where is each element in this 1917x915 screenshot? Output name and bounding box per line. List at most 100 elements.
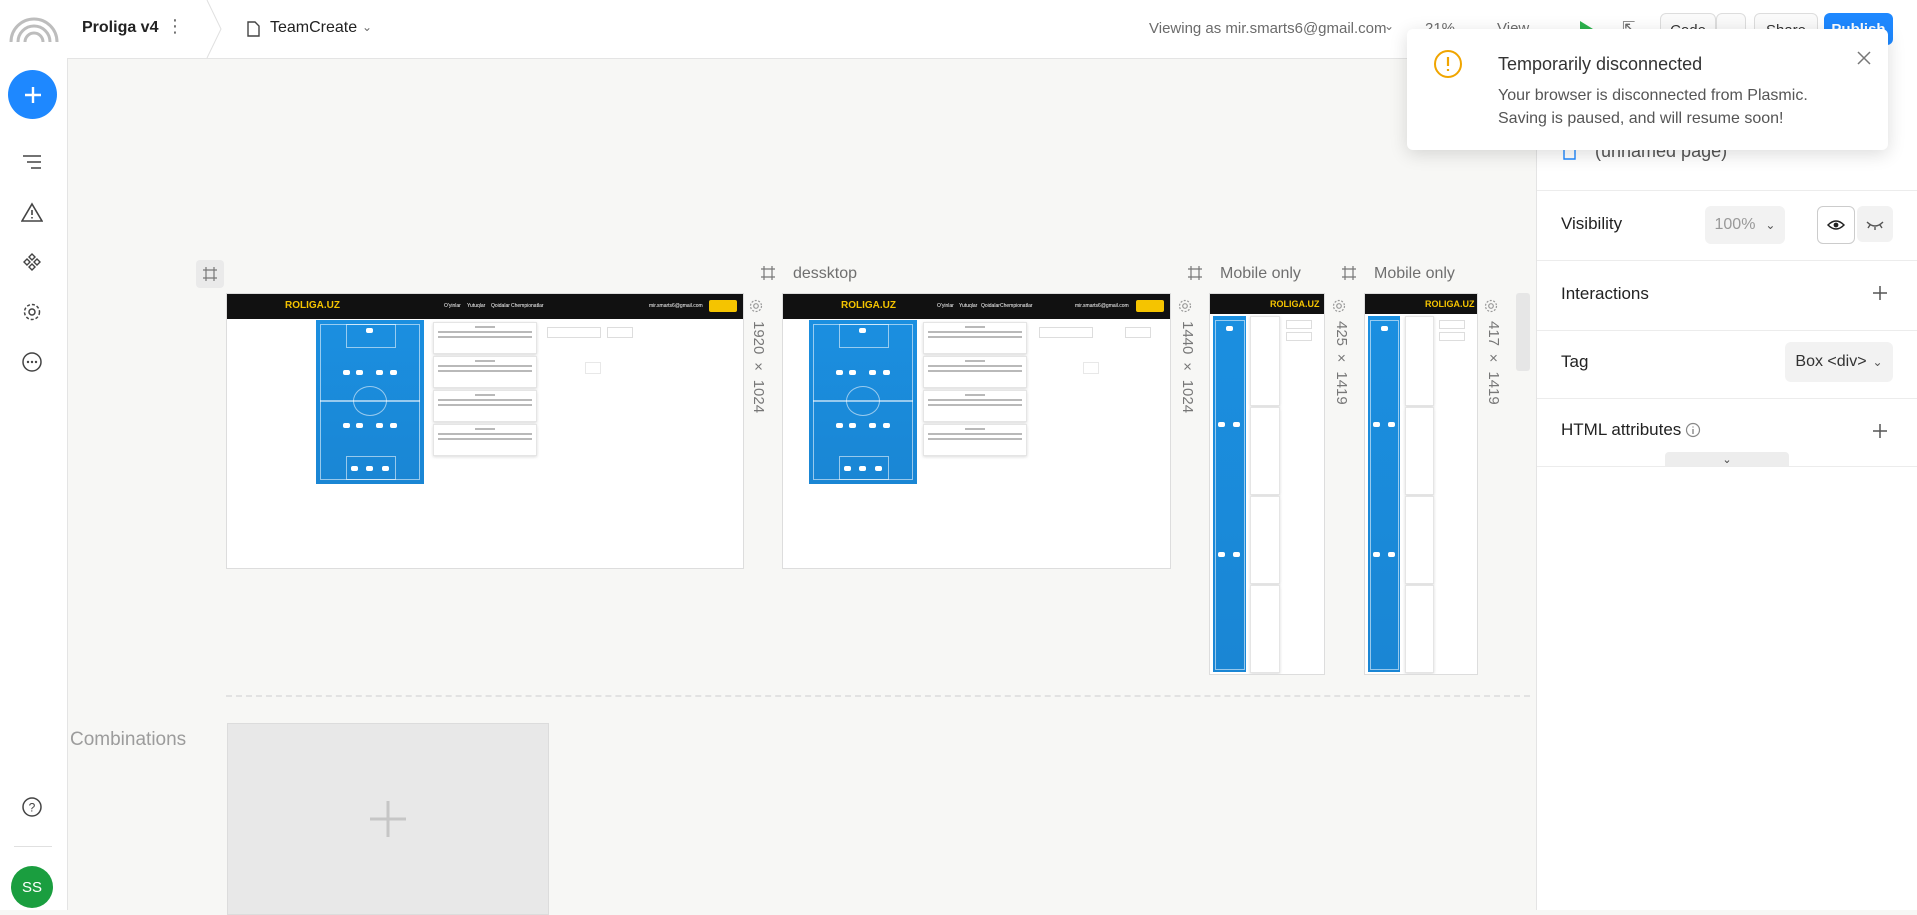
disconnected-toast: Temporarily disconnected Your browser is…: [1407, 29, 1888, 150]
rule-card: [1405, 585, 1434, 673]
canvas[interactable]: ROLIGA.UZ O'yinlar Yutuqlar Qoidalar Che…: [68, 59, 1535, 915]
toast-body-line1: Your browser is disconnected from Plasmi…: [1498, 87, 1808, 104]
rule-card: [923, 424, 1027, 456]
breadcrumb-divider: [205, 0, 225, 59]
site-search-box: [547, 327, 601, 338]
expand-section-button[interactable]: ⌄: [1665, 452, 1789, 466]
eye-icon: [1827, 220, 1845, 230]
tag-row: Tag Box <div> ⌄: [1537, 330, 1917, 399]
rule-card: [1250, 585, 1280, 673]
avatar-initials: SS: [21, 878, 42, 896]
canvas-scrollbar[interactable]: [1516, 293, 1530, 371]
site-search-box: [1039, 327, 1093, 338]
plus-icon: [370, 801, 406, 837]
hidden-eye-button[interactable]: [1857, 206, 1893, 242]
frame-handle-icon[interactable]: [761, 266, 775, 285]
site-yellow-button: [709, 300, 737, 312]
artboard-desktop-1440[interactable]: ROLIGA.UZ O'yinlar Yutuqlar Qoidalar Che…: [782, 293, 1171, 569]
site-nav-link: Chempionatlar: [511, 303, 544, 309]
artboard-mobile-425[interactable]: ROLIGA.UZ: [1209, 293, 1325, 675]
plasmic-logo-icon[interactable]: [8, 10, 60, 44]
site-header: ROLIGA.UZ O'yinlar Yutuqlar Qoidalar Che…: [783, 294, 1170, 319]
frame-settings-icon[interactable]: [1484, 299, 1498, 318]
warning-icon[interactable]: [18, 198, 46, 226]
rule-card: [923, 322, 1027, 354]
help-icon[interactable]: ?: [18, 793, 46, 821]
add-interaction-icon[interactable]: [1873, 286, 1887, 305]
football-pitch: [809, 320, 917, 484]
site-search-box: [1439, 320, 1465, 329]
site-empty-state: [1083, 362, 1099, 374]
rule-card: [1250, 316, 1280, 406]
combinations-label: Combinations: [70, 729, 187, 750]
site-nav-link: O'yinlar: [444, 303, 461, 309]
insert-button[interactable]: [8, 70, 57, 119]
football-pitch: [1368, 316, 1400, 672]
chevron-down-icon[interactable]: ⌄: [1384, 19, 1394, 33]
site-header: ROLIGA.UZ: [1365, 294, 1477, 314]
components-icon[interactable]: [18, 248, 46, 276]
info-icon[interactable]: [1685, 422, 1701, 443]
rule-card: [1250, 407, 1280, 495]
page-selector[interactable]: TeamCreate: [270, 19, 357, 37]
site-email: mir.smarts6@gmail.com: [1075, 303, 1129, 309]
site-logo: ROLIGA.UZ: [841, 300, 896, 311]
rule-card: [1405, 496, 1434, 584]
rule-card: [433, 356, 537, 388]
site-nav-link: Qoidalar: [981, 303, 1000, 309]
rule-card: [1250, 496, 1280, 584]
site-filter-box: [1439, 332, 1465, 341]
chevron-down-icon: ⌄: [1765, 218, 1776, 232]
frame-settings-icon[interactable]: [1178, 299, 1192, 318]
interactions-label: Interactions: [1561, 284, 1649, 303]
site-filter-box: [607, 327, 633, 338]
eye-closed-icon: [1866, 221, 1884, 230]
outline-icon[interactable]: [18, 148, 46, 176]
site-nav-link: Yutuqlar: [959, 303, 978, 309]
html-attributes-label: HTML attributes: [1561, 420, 1682, 439]
frame-handle-icon[interactable]: [1188, 266, 1202, 285]
site-nav-link: O'yinlar: [937, 303, 954, 309]
site-nav-link: Yutuqlar: [467, 303, 486, 309]
visible-eye-button[interactable]: [1817, 206, 1855, 244]
add-combination-button[interactable]: [227, 723, 549, 915]
artboard-mobile-417[interactable]: ROLIGA.UZ: [1364, 293, 1478, 675]
rule-card: [433, 424, 537, 456]
frame-size-label: 425 × 1419: [1333, 321, 1350, 405]
frame-label[interactable]: dessktop: [793, 265, 857, 283]
site-search-box: [1286, 320, 1312, 329]
site-logo: ROLIGA.UZ: [285, 300, 340, 311]
settings-gear-icon[interactable]: [18, 298, 46, 326]
tag-select[interactable]: Box <div> ⌄: [1785, 342, 1893, 382]
visibility-opacity-select[interactable]: 100% ⌄: [1705, 206, 1785, 244]
site-nav-link: Chempionatlar: [1000, 303, 1033, 309]
left-toolbar: ? SS: [0, 58, 68, 910]
right-properties-panel: (unnamed page) Visibility 100% ⌄ Interac…: [1536, 58, 1917, 910]
frame-label[interactable]: Mobile only: [1220, 265, 1301, 283]
frame-settings-icon[interactable]: [1332, 299, 1346, 318]
add-html-attribute-icon[interactable]: [1873, 424, 1887, 443]
frame-label[interactable]: Mobile only: [1374, 265, 1455, 283]
frame-settings-icon[interactable]: [196, 260, 224, 288]
more-options-icon[interactable]: [18, 348, 46, 376]
football-pitch: [1213, 316, 1246, 672]
frame-handle-icon[interactable]: [1342, 266, 1356, 285]
site-filter-box: [1286, 332, 1312, 341]
tag-select-value: Box <div>: [1795, 353, 1867, 370]
site-yellow-button: [1136, 300, 1164, 312]
toast-body-line2: Saving is paused, and will resume soon!: [1498, 110, 1784, 127]
visibility-row: Visibility 100% ⌄: [1537, 190, 1917, 261]
site-filter-box: [1125, 327, 1151, 338]
avatar[interactable]: SS: [11, 866, 53, 908]
warning-circle-icon: [1433, 49, 1463, 84]
tag-label: Tag: [1561, 352, 1589, 371]
frame-settings-icon[interactable]: [749, 299, 763, 318]
chevron-down-icon[interactable]: ⌄: [362, 20, 372, 34]
project-name[interactable]: Proliga v4: [82, 19, 158, 37]
artboard-desktop-1920[interactable]: ROLIGA.UZ O'yinlar Yutuqlar Qoidalar Che…: [226, 293, 744, 569]
visibility-opacity-value: 100%: [1714, 216, 1756, 233]
visibility-label: Visibility: [1561, 214, 1623, 233]
viewing-as-selector[interactable]: Viewing as mir.smarts6@gmail.com: [1149, 20, 1387, 37]
project-menu-icon[interactable]: ⋮: [166, 16, 184, 37]
close-icon[interactable]: [1857, 51, 1871, 70]
